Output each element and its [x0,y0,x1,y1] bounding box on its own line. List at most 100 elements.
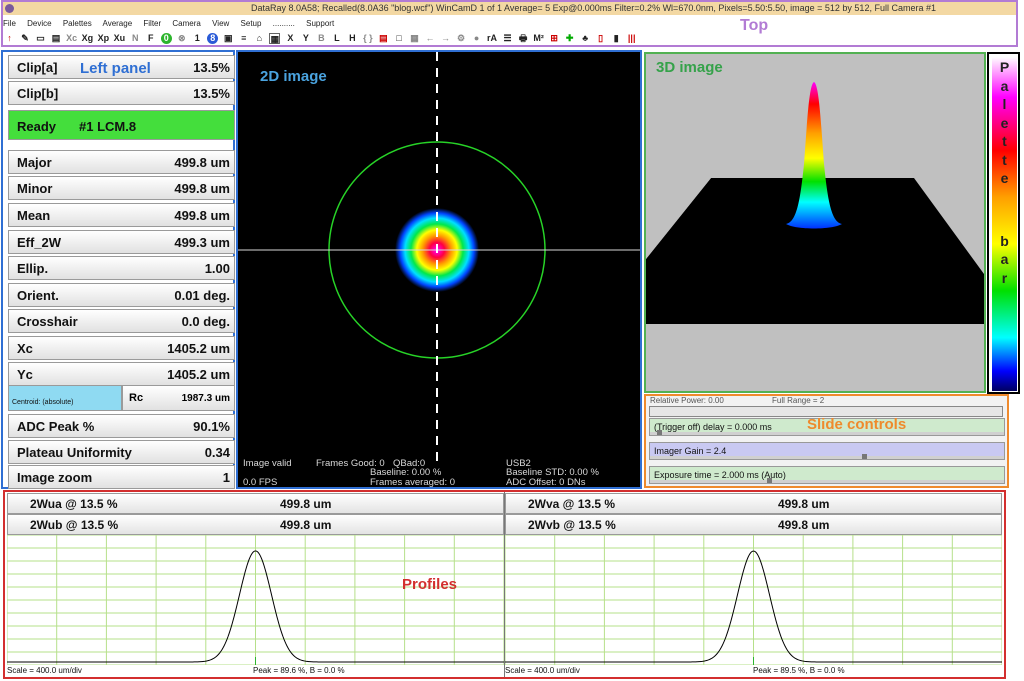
left-panel-annotation: Left panel [80,60,151,77]
menu-file[interactable]: File [3,19,16,28]
rc-cell[interactable]: Rc 1987.3 um [122,385,235,411]
tree-icon[interactable]: ♣ [580,33,591,44]
orient-row[interactable]: Orient. 0.01 deg. [8,283,235,307]
clip-b-label: Clip[b] [17,86,59,101]
mean-row[interactable]: Mean 499.8 um [8,203,235,227]
n-button[interactable]: N [130,33,141,44]
ra-button[interactable]: rA [487,33,498,44]
xc-button[interactable]: Xc [66,33,77,44]
braces-button[interactable]: { } [362,33,373,44]
toolbar: ↑ ✎ ▭ ▤ Xc Xg Xp Xu N F 0 ⊗ 1 8 ▣ ≡ ⌂ ▦ … [4,33,1014,46]
profile-u-b-row[interactable]: 2Wub @ 13.5 % 499.8 um [7,514,504,535]
ellip-value: 1.00 [204,261,230,276]
camera-label: #1 LCM.8 [79,119,137,134]
trigger-delay-thumb[interactable] [657,430,663,435]
bars-icon[interactable]: ||| [626,33,637,44]
left-panel: Clip[a] 13.5% Clip[b] 13.5% Ready #1 LCM… [1,50,235,489]
b-button[interactable]: B [316,33,327,44]
lock-icon[interactable]: ⌂ [254,33,265,44]
adc-peak-label: ADC Peak % [17,419,95,434]
forward-arrow-icon[interactable]: → [440,33,451,44]
adc-peak-row[interactable]: ADC Peak % 90.1% [8,414,235,438]
profile-v-plot[interactable] [505,535,1002,665]
eight-button[interactable]: 8 [207,33,219,44]
xp-button[interactable]: Xp [98,33,110,44]
clip-b-row[interactable]: Clip[b] 13.5% [8,81,235,105]
menu-palettes[interactable]: Palettes [63,19,92,28]
menu-filter[interactable]: Filter [143,19,161,28]
centroid-cell[interactable]: Centroid: (absolute) [8,385,122,411]
h-button[interactable]: H [347,33,358,44]
beam-image-3d [646,82,984,324]
profile-u-a-row[interactable]: 2Wua @ 13.5 % 499.8 um [7,493,504,514]
orient-value: 0.01 deg. [174,288,230,303]
up-arrow-icon[interactable]: ↑ [4,33,15,44]
xu-button[interactable]: Xu [114,33,126,44]
clip-b-value: 13.5% [193,86,230,101]
plus-icon[interactable]: ✚ [564,33,575,44]
relative-power-text: Relative Power: 0.00 [650,396,724,405]
imager-gain-thumb[interactable] [862,454,868,459]
y-button[interactable]: Y [300,33,311,44]
zero-button[interactable]: 0 [160,33,172,44]
film-icon[interactable]: ▤ [378,33,389,44]
major-row[interactable]: Major 499.8 um [8,150,235,174]
menu-setup[interactable]: Setup [241,19,262,28]
plateau-value: 0.34 [204,445,230,460]
chart-icon[interactable]: ⊞ [549,33,560,44]
profile-v-b-row[interactable]: 2Wvb @ 13.5 % 499.8 um [505,514,1002,535]
crosshair-row[interactable]: Crosshair 0.0 deg. [8,309,235,333]
minor-row[interactable]: Minor 499.8 um [8,176,235,200]
ellip-row[interactable]: Ellip. 1.00 [8,256,235,280]
menu-camera[interactable]: Camera [172,19,200,28]
menu-bar: File Device Palettes Average Filter Came… [3,17,723,30]
image-2d-panel[interactable]: 2D image Image valid Frames Good: 0 QBad… [236,50,642,489]
save-icon[interactable]: ▤ [51,33,62,44]
print-icon[interactable]: 🖶 [518,33,529,44]
profiles-panel: 2Wua @ 13.5 % 499.8 um 2Wub @ 13.5 % 499… [3,490,1006,679]
grid-icon[interactable]: ▦ [409,33,420,44]
yc-value: 1405.2 um [167,367,230,382]
xg-button[interactable]: Xg [82,33,94,44]
record-icon[interactable]: ● [471,33,482,44]
yc-row[interactable]: Yc 1405.2 um [8,362,235,386]
exposure-time-thumb[interactable] [766,478,772,483]
open-icon[interactable]: ▭ [35,33,46,44]
x-button[interactable]: X [285,33,296,44]
image-icon[interactable]: ▦ [269,33,281,44]
back-arrow-icon[interactable]: ← [424,33,435,44]
palette-bar[interactable]: P a l e t t e b a r [987,52,1020,394]
orient-label: Orient. [17,288,59,303]
pencil-icon[interactable]: ✎ [20,33,31,44]
xc-label: Xc [17,341,33,356]
menu-support[interactable]: Support [306,19,334,28]
plateau-row[interactable]: Plateau Uniformity 0.34 [8,440,235,464]
battery-icon[interactable]: ▯ [595,33,606,44]
profile-v-a-row[interactable]: 2Wva @ 13.5 % 499.8 um [505,493,1002,514]
report-icon[interactable]: ☰ [502,33,513,44]
exposure-time-slider[interactable]: Exposure time = 2.000 ms (Auto) [649,466,1005,484]
m2-button[interactable]: M² [533,33,544,44]
gear-icon[interactable]: ⊗ [176,33,187,44]
eff-2w-row[interactable]: Eff_2W 499.3 um [8,230,235,254]
list-icon[interactable]: ≡ [238,33,249,44]
xc-value: 1405.2 um [167,341,230,356]
f-button[interactable]: F [145,33,156,44]
menu-view[interactable]: View [212,19,229,28]
xc-row[interactable]: Xc 1405.2 um [8,336,235,360]
status-bar[interactable]: Ready #1 LCM.8 [8,110,235,140]
one-button[interactable]: 1 [192,33,203,44]
zoom-row[interactable]: Image zoom 1 [8,465,235,489]
imager-gain-slider[interactable]: Imager Gain = 2.4 [649,442,1005,460]
profile-v-peak: Peak = 89.5 %, B = 0.0 % [753,666,845,675]
menu-average[interactable]: Average [103,19,133,28]
l-button[interactable]: L [331,33,342,44]
menu-separator: .......... [272,19,295,28]
profile-u-plot[interactable] [7,535,504,665]
camera-icon[interactable]: ▣ [223,33,234,44]
settings-icon[interactable]: ⚙ [456,33,467,44]
menu-device[interactable]: Device [27,19,51,28]
image-3d-panel[interactable]: 3D image [644,52,986,393]
battery-full-icon[interactable]: ▮ [611,33,622,44]
square-icon[interactable]: □ [393,33,404,44]
